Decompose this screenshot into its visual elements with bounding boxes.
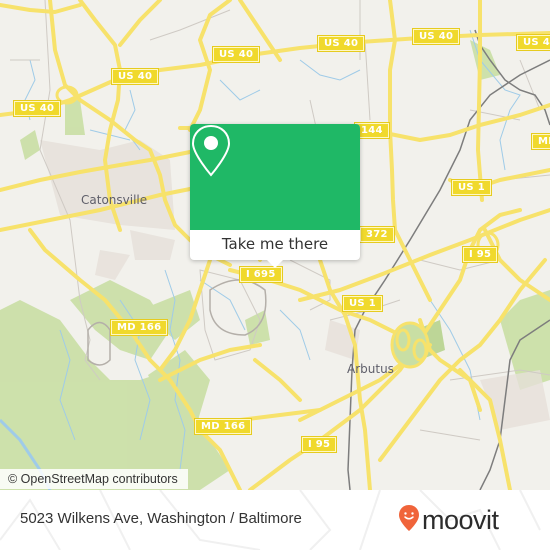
road-shield-us1: US 1 (343, 296, 382, 311)
moovit-logo-text: moovit (422, 504, 499, 535)
popup-header (190, 124, 360, 230)
road-shield-us40: US 40 (112, 69, 159, 84)
road-shield-us40: US 40 (318, 36, 365, 51)
place-label-catonsville: Catonsville (81, 193, 148, 207)
road-shield-us40: US 40 (213, 47, 260, 62)
road-shield-md144: 144 (355, 123, 389, 138)
road-shield-md166: MD 166 (111, 320, 168, 335)
road-shield-us40: US 40 (14, 101, 61, 116)
road-shield-us40: US 40 (413, 29, 460, 44)
road-shield-us40: US 40 (517, 35, 550, 50)
location-popup: Take me there (190, 124, 360, 268)
road-shield-md: MD (532, 134, 550, 149)
road-shield-i95: I 95 (463, 247, 498, 262)
footer-bar: 5023 Wilkens Ave, Washington / Baltimore… (0, 490, 550, 550)
road-shield-i95: I 95 (302, 437, 337, 452)
moovit-pin-smile-icon (398, 504, 420, 536)
place-label-arbutus: Arbutus (347, 362, 394, 376)
address-text: 5023 Wilkens Ave, Washington / Baltimore (20, 510, 302, 527)
map-attribution[interactable]: © OpenStreetMap contributors (0, 469, 188, 489)
road-shield-us1: US 1 (452, 180, 491, 195)
take-me-there-button[interactable]: Take me there (190, 230, 360, 260)
road-shield-md372: 372 (360, 227, 394, 242)
moovit-logo[interactable]: moovit (398, 502, 499, 538)
map-view[interactable]: US 40 US 40 US 40 US 40 US 40 US 40 144 … (0, 0, 550, 490)
popup-pointer (267, 260, 283, 268)
road-shield-i695: I 695 (240, 267, 282, 282)
road-shield-md166: MD 166 (195, 419, 252, 434)
